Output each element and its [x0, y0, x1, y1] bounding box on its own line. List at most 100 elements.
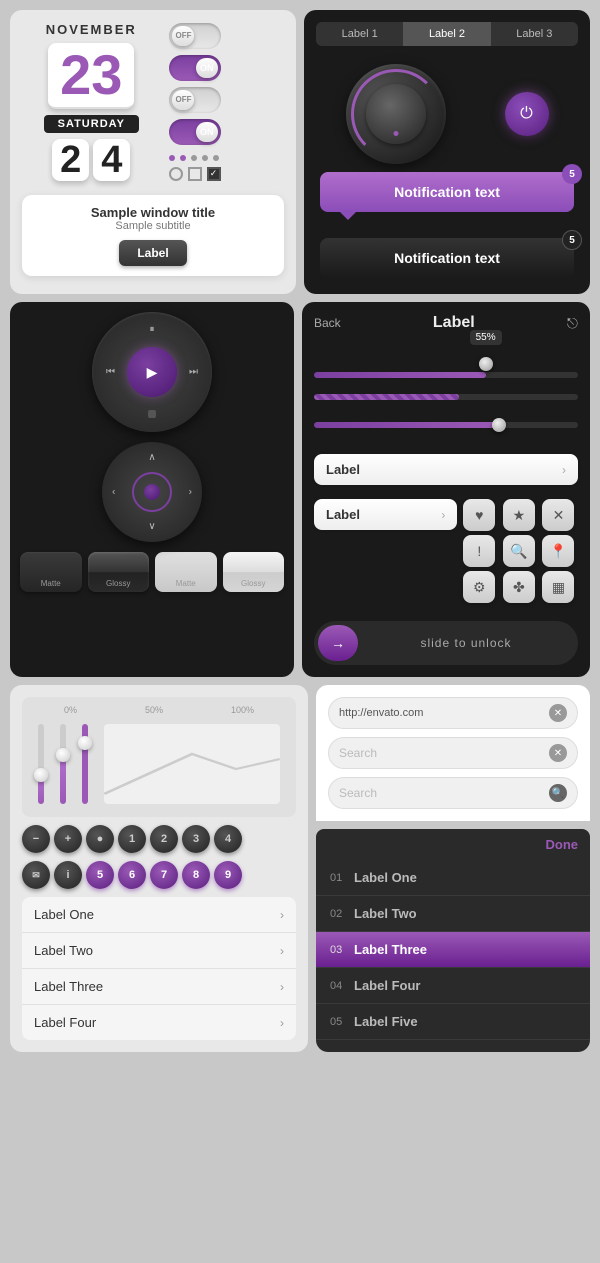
- calendar-panel: NOVEMBER 23 SATURDAY 2 4 OFF ON: [10, 10, 296, 294]
- picker-item-5[interactable]: 05 Label Five: [316, 1004, 590, 1040]
- picker-num-4: 04: [330, 980, 354, 992]
- circle-info[interactable]: i: [54, 861, 82, 889]
- slider-thumb-1[interactable]: [479, 357, 493, 371]
- volume-knob[interactable]: [346, 64, 446, 164]
- icon-star[interactable]: ★: [503, 499, 535, 531]
- pause-btn[interactable]: ⏸: [150, 324, 155, 335]
- picker-label-3: Label Three: [354, 942, 427, 957]
- url-clear-btn[interactable]: ✕: [549, 704, 567, 722]
- picker-num-2: 02: [330, 908, 354, 920]
- icon-grid[interactable]: ▦: [542, 571, 574, 603]
- circle-plus[interactable]: +: [54, 825, 82, 853]
- checkbox-checked[interactable]: ✓: [207, 167, 221, 181]
- picker-item-3[interactable]: 03 Label Three: [316, 932, 590, 968]
- stop-btn[interactable]: [148, 410, 156, 418]
- slider-track-1[interactable]: [314, 372, 578, 378]
- icon-pin[interactable]: 📍: [542, 535, 574, 567]
- search-bar-1[interactable]: Search ✕: [328, 737, 578, 769]
- notification-dark: Notification text: [320, 238, 574, 278]
- circle-dot[interactable]: ●: [86, 825, 114, 853]
- circle-buttons-row1: − + ● 1 2 3 4: [22, 825, 296, 853]
- back-button[interactable]: Back: [314, 316, 341, 330]
- cal-day-big: 23: [48, 43, 134, 109]
- button-swatches: Matte Glossy Matte Glossy: [20, 552, 284, 592]
- circle-7[interactable]: 7: [150, 861, 178, 889]
- search-bar-2[interactable]: Search 🔍: [328, 777, 578, 809]
- circle-minus[interactable]: −: [22, 825, 50, 853]
- nav-left[interactable]: ‹: [112, 487, 115, 498]
- list-item-2[interactable]: Label Two ›: [22, 933, 296, 969]
- picker-item-2[interactable]: 02 Label Two: [316, 896, 590, 932]
- share-button[interactable]: ⎋: [567, 315, 578, 332]
- slider-2-container: [314, 388, 578, 406]
- circle-2[interactable]: 2: [150, 825, 178, 853]
- toggle-on-1[interactable]: ON: [169, 55, 221, 81]
- toggle-on-2[interactable]: ON: [169, 119, 221, 145]
- rewind-btn[interactable]: ⏮: [106, 367, 115, 378]
- btn-glossy-dark-1[interactable]: Glossy: [88, 552, 150, 592]
- tab-2[interactable]: Label 2: [403, 22, 490, 46]
- eq-slider-3[interactable]: [82, 724, 88, 804]
- slider-track-3[interactable]: [314, 422, 578, 428]
- play-btn[interactable]: ▶: [127, 347, 177, 397]
- list-chevron-1: ›: [280, 908, 284, 922]
- label-btn-1[interactable]: Label ›: [314, 454, 578, 485]
- slide-to-unlock[interactable]: → slide to unlock: [314, 621, 578, 665]
- label-btn-2[interactable]: Label ›: [314, 499, 457, 530]
- nav-center[interactable]: [132, 472, 172, 512]
- icon-close[interactable]: ✕: [542, 499, 574, 531]
- notification-badge-1: 5: [562, 164, 582, 184]
- icon-search[interactable]: 🔍: [503, 535, 535, 567]
- toggle-off-1[interactable]: OFF: [169, 23, 221, 49]
- fastfwd-btn[interactable]: ⏭: [189, 367, 198, 378]
- tab-3[interactable]: Label 3: [491, 22, 578, 46]
- tab-1[interactable]: Label 1: [316, 22, 403, 46]
- nav-right[interactable]: ›: [189, 487, 192, 498]
- icon-gear[interactable]: ⚙: [463, 571, 495, 603]
- url-bar[interactable]: http://envato.com ✕: [328, 697, 578, 729]
- dots-row: [169, 155, 219, 161]
- circle-9[interactable]: 9: [214, 861, 242, 889]
- radio-empty[interactable]: [169, 167, 183, 181]
- btn-glossy-light-1[interactable]: Glossy: [223, 552, 285, 592]
- media-dpad: ⏸ ⏮ ⏭ ▶: [92, 312, 212, 432]
- label-btn-2-container: Label ›: [314, 499, 457, 613]
- icon-heart[interactable]: ♥: [463, 499, 495, 531]
- circle-mail[interactable]: ✉: [22, 861, 50, 889]
- picker-num-5: 05: [330, 1016, 354, 1028]
- search-clear-btn-1[interactable]: ✕: [549, 744, 567, 762]
- eq-label-100: 100%: [231, 705, 254, 715]
- slide-handle[interactable]: →: [318, 625, 358, 661]
- circle-3[interactable]: 3: [182, 825, 210, 853]
- done-bar: Done: [316, 829, 590, 860]
- nav-up[interactable]: ∧: [148, 452, 155, 463]
- eq-label-0: 0%: [64, 705, 77, 715]
- circle-5[interactable]: 5: [86, 861, 114, 889]
- list-item-4[interactable]: Label Four ›: [22, 1005, 296, 1040]
- icon-warning[interactable]: !: [463, 535, 495, 567]
- circle-6[interactable]: 6: [118, 861, 146, 889]
- picker-item-4[interactable]: 04 Label Four: [316, 968, 590, 1004]
- circle-1[interactable]: 1: [118, 825, 146, 853]
- circle-8[interactable]: 8: [182, 861, 210, 889]
- slider-thumb-3[interactable]: [492, 418, 506, 432]
- window-label-btn[interactable]: Label: [119, 240, 186, 266]
- list-item-1[interactable]: Label One ›: [22, 897, 296, 933]
- done-button[interactable]: Done: [546, 837, 579, 852]
- eq-slider-1[interactable]: [38, 724, 44, 804]
- list-chevron-4: ›: [280, 1016, 284, 1030]
- list-item-3[interactable]: Label Three ›: [22, 969, 296, 1005]
- power-button[interactable]: ⏻: [505, 92, 549, 136]
- knob-area: ⏻: [316, 64, 578, 164]
- picker-item-1[interactable]: 01 Label One: [316, 860, 590, 896]
- circle-4[interactable]: 4: [214, 825, 242, 853]
- eq-slider-2[interactable]: [60, 724, 66, 804]
- icon-plus[interactable]: ✤: [503, 571, 535, 603]
- btn-matte-dark-1[interactable]: Matte: [20, 552, 82, 592]
- slider-track-2[interactable]: [314, 394, 578, 400]
- btn-matte-light-1[interactable]: Matte: [155, 552, 217, 592]
- nav-down[interactable]: ∨: [148, 521, 155, 532]
- checkbox-empty[interactable]: [188, 167, 202, 181]
- search-icon-btn[interactable]: 🔍: [549, 784, 567, 802]
- toggle-off-2[interactable]: OFF: [169, 87, 221, 113]
